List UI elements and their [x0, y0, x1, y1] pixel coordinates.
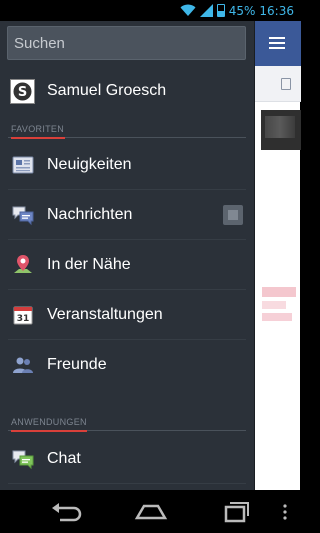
top-bar — [255, 21, 301, 66]
calendar-icon: 31 — [13, 306, 33, 325]
section-underline — [11, 430, 87, 432]
recent-apps-icon[interactable] — [220, 498, 254, 526]
search-input[interactable] — [8, 27, 245, 59]
status-bar: 45% 16:36 — [0, 0, 300, 21]
menu-toggle-button[interactable] — [269, 37, 285, 49]
news-feed-icon — [12, 156, 34, 174]
navigation-bar — [0, 490, 300, 533]
sidebar-item-friends[interactable]: Freunde — [0, 340, 254, 390]
battery-percent: 45% — [228, 3, 256, 18]
section-apps: ANWENDUNGEN — [0, 413, 254, 435]
wifi-icon — [180, 4, 196, 16]
section-title-favorites: FAVORITEN — [11, 124, 65, 134]
compose-bar[interactable] — [255, 66, 301, 102]
profile-name: Samuel Groesch — [47, 82, 167, 99]
compose-icon[interactable] — [281, 78, 291, 90]
sidebar-item-label: Chat — [47, 450, 81, 467]
location-pin-icon — [14, 255, 32, 273]
sidebar-item-label: In der Nähe — [47, 256, 131, 273]
sidebar: S Samuel Groesch FAVORITEN Neuigkeiten N — [0, 21, 254, 490]
sidebar-item-label: Nachrichten — [47, 206, 133, 223]
feed-thumbnail[interactable] — [261, 110, 301, 150]
sidebar-item-nearby[interactable]: In der Nähe — [0, 240, 254, 290]
section-favorites: FAVORITEN — [0, 120, 254, 142]
overflow-menu-icon[interactable] — [281, 498, 289, 526]
sidebar-item-chat[interactable]: Chat — [0, 434, 254, 484]
section-underline — [11, 137, 65, 139]
svg-text:S: S — [18, 85, 27, 100]
message-badge — [223, 205, 243, 225]
avatar: S — [10, 78, 35, 104]
sidebar-item-label: Veranstaltungen — [47, 306, 163, 323]
sidebar-item-label: Neuigkeiten — [47, 156, 132, 173]
sidebar-item-messages[interactable]: Nachrichten — [0, 190, 254, 240]
sidebar-item-events[interactable]: 31 Veranstaltungen — [0, 290, 254, 340]
sidebar-item-label: Freunde — [47, 356, 107, 373]
signal-icon — [199, 4, 213, 17]
back-icon[interactable] — [48, 498, 82, 526]
home-icon[interactable] — [134, 498, 168, 526]
profile-item[interactable]: S Samuel Groesch — [0, 66, 254, 116]
battery-icon — [216, 4, 225, 17]
search-box[interactable] — [7, 26, 246, 60]
clock: 16:36 — [259, 3, 294, 18]
messages-icon — [12, 206, 34, 226]
svg-text:31: 31 — [17, 314, 30, 324]
section-title-apps: ANWENDUNGEN — [11, 417, 87, 427]
chat-icon — [12, 450, 34, 470]
friends-icon — [13, 357, 33, 373]
sidebar-item-news-feed[interactable]: Neuigkeiten — [0, 140, 254, 190]
main-content-panel[interactable] — [254, 21, 301, 490]
feed-text-blurred — [262, 287, 296, 297]
